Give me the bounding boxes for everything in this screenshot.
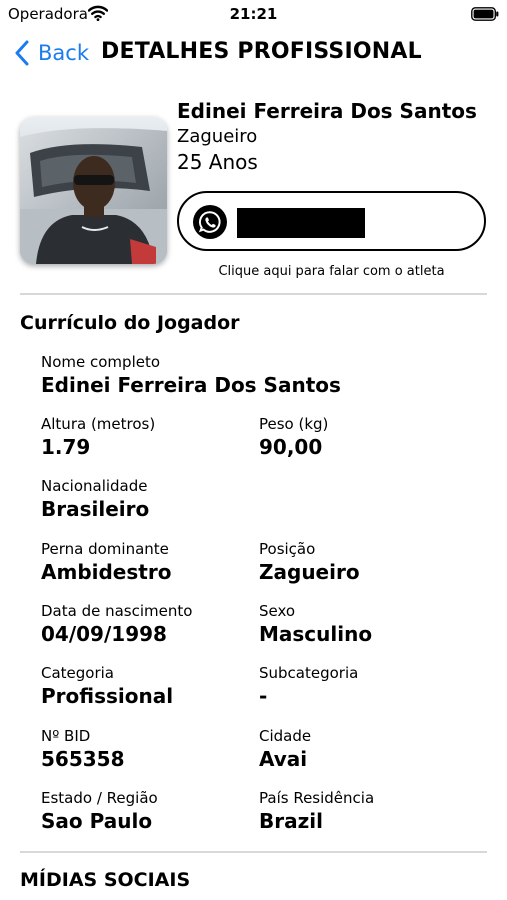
field-label: Perna dominante — [41, 540, 169, 558]
field-value: Brasileiro — [41, 497, 150, 521]
navigation-bar: Back DETALHES PROFISSIONAL — [0, 36, 507, 70]
social-media-title: MÍDIAS SOCIAIS — [20, 869, 191, 891]
contact-caption: Clique aqui para falar com o atleta — [218, 264, 445, 279]
clock: 21:21 — [229, 5, 278, 23]
nationality-field: Nacionalidade Brasileiro — [41, 477, 149, 522]
dominant-leg-field: Perna dominante Ambidestro — [41, 540, 171, 585]
status-bar: Operadora 21:21 — [0, 0, 507, 30]
athlete-name: Edinei Ferreira Dos Santos — [177, 99, 477, 123]
field-value: Sao Paulo — [41, 809, 153, 833]
field-label: Subcategoria — [259, 664, 359, 682]
full-name-field: Nome completo Edinei Ferreira Dos Santos — [41, 353, 341, 398]
position-field: Posição Zagueiro — [259, 540, 360, 585]
battery-icon — [471, 7, 499, 21]
weight-field: Peso (kg) 90,00 — [259, 415, 328, 460]
field-value: Avai — [259, 747, 308, 771]
athlete-photo — [20, 117, 167, 264]
sex-field: Sexo Masculino — [259, 602, 372, 647]
field-value: 04/09/1998 — [41, 622, 167, 646]
back-label: Back — [38, 41, 89, 65]
category-field: Categoria Profissional — [41, 664, 173, 709]
field-label: Altura (metros) — [41, 415, 156, 433]
birth-date-field: Data de nascimento 04/09/1998 — [41, 602, 192, 647]
field-value: Brazil — [259, 809, 323, 833]
field-label: Posição — [259, 540, 316, 558]
page-title: DETALHES PROFISSIONAL — [101, 39, 422, 64]
field-label: Data de nascimento — [41, 602, 193, 620]
city-field: Cidade Avai — [259, 727, 311, 772]
field-value: 565358 — [41, 747, 125, 771]
field-value: Edinei Ferreira Dos Santos — [41, 373, 341, 397]
country-field: País Residência Brazil — [259, 789, 374, 834]
field-label: Categoria — [41, 664, 115, 682]
redacted-phone-number — [237, 208, 365, 238]
subcategory-field: Subcategoria - — [259, 664, 358, 709]
field-value: Profissional — [41, 684, 174, 708]
divider — [20, 851, 487, 853]
field-value: 1.79 — [41, 435, 91, 459]
field-label: Nome completo — [41, 353, 161, 371]
whatsapp-icon — [193, 205, 227, 239]
field-label: Estado / Região — [41, 789, 158, 807]
field-label: Sexo — [259, 602, 296, 620]
field-label: Cidade — [259, 727, 312, 745]
field-label: Nº BID — [41, 727, 91, 745]
field-label: Nacionalidade — [41, 477, 148, 495]
divider — [20, 293, 487, 295]
back-button[interactable]: Back — [14, 36, 89, 70]
field-value: Ambidestro — [41, 560, 172, 584]
field-value: Zagueiro — [259, 560, 360, 584]
curriculum-title: Currículo do Jogador — [20, 312, 240, 334]
height-field: Altura (metros) 1.79 — [41, 415, 155, 460]
chevron-left-icon — [15, 40, 29, 66]
field-label: Peso (kg) — [259, 415, 329, 433]
state-field: Estado / Região Sao Paulo — [41, 789, 158, 834]
athlete-position: Zagueiro — [177, 126, 258, 147]
field-value: - — [259, 684, 268, 708]
whatsapp-contact-button[interactable] — [177, 191, 486, 251]
field-value: Masculino — [259, 622, 373, 646]
bid-field: Nº BID 565358 — [41, 727, 125, 772]
field-label: País Residência — [259, 789, 375, 807]
field-value: 90,00 — [259, 435, 323, 459]
athlete-age: 25 Anos — [177, 150, 258, 174]
